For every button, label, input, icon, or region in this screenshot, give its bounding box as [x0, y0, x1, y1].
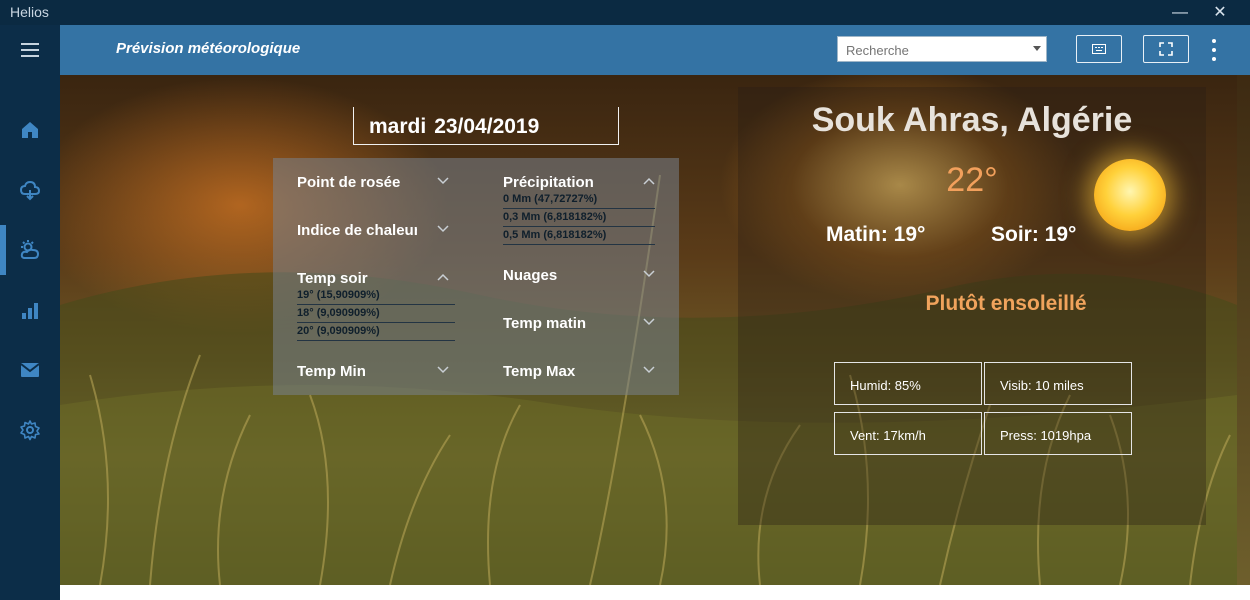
- chevron-down-icon[interactable]: [437, 225, 449, 233]
- date-day: mardi: [369, 115, 427, 138]
- chevron-down-icon[interactable]: [643, 366, 655, 374]
- dropdown-label: Nuages: [503, 267, 558, 284]
- dropdown-label: Temp Min: [297, 363, 366, 380]
- humidity-tile: Humid: 85%: [834, 362, 982, 405]
- list-item[interactable]: 0 Mm (47,72727%): [503, 191, 655, 209]
- chevron-down-icon[interactable]: [1033, 46, 1041, 51]
- gear-icon: [20, 420, 40, 441]
- main-content: mardi 23/04/2019 Point de rosée Indice de…: [60, 75, 1237, 585]
- search-combobox[interactable]: [837, 36, 1047, 62]
- sidebar-item-cloud[interactable]: [0, 165, 60, 215]
- dropdown-label: Précipitation: [503, 174, 594, 191]
- dropdown-label: Temp matin: [503, 315, 587, 332]
- date-value: 23/04/2019: [434, 115, 540, 138]
- mail-icon: [20, 363, 40, 377]
- pressure-tile: Press: 1019hpa: [984, 412, 1132, 455]
- current-weather-panel: Souk Ahras, Algérie 22° Matin: 19° Soir:…: [738, 87, 1206, 525]
- home-icon: [22, 122, 38, 138]
- chevron-up-icon[interactable]: [643, 177, 655, 185]
- weather-description: Plutôt ensoleillé: [925, 292, 1087, 315]
- dropdown-label: Indice de chaleur: [297, 222, 417, 239]
- search-input[interactable]: [844, 38, 1033, 62]
- more-dot: [1212, 47, 1216, 52]
- dropdown-label: Point de rosée: [297, 174, 401, 191]
- title-bar: Helios — ✕: [0, 0, 1250, 25]
- sidebar-item-weather[interactable]: [0, 225, 60, 275]
- list-item[interactable]: 0,3 Mm (6,818182%): [503, 209, 655, 227]
- list-item[interactable]: 0,5 Mm (6,818182%): [503, 227, 655, 245]
- close-button[interactable]: ✕: [1206, 2, 1234, 24]
- keyboard-button[interactable]: [1076, 35, 1122, 63]
- wind-tile: Vent: 17km/h: [834, 412, 982, 455]
- sun-icon: [1094, 159, 1166, 231]
- dropdown-nuages[interactable]: Nuages: [503, 267, 663, 284]
- sidebar: [0, 25, 60, 600]
- dropdown-temp-soir[interactable]: Temp soir 19° (15,90909%) 18° (9,090909%…: [297, 270, 457, 341]
- dropdown-precipitation[interactable]: Précipitation 0 Mm (47,72727%) 0,3 Mm (6…: [503, 174, 663, 245]
- visibility-tile: Visib: 10 miles: [984, 362, 1132, 405]
- chart-icon: [22, 303, 38, 319]
- cloud-icon: [19, 180, 41, 201]
- chevron-down-icon[interactable]: [643, 318, 655, 326]
- dropdown-point-rosee[interactable]: Point de rosée: [297, 174, 457, 191]
- dropdown-temp-max[interactable]: Temp Max: [503, 363, 663, 380]
- sidebar-item-settings[interactable]: [0, 405, 60, 455]
- app-header: Prévision météorologique: [60, 25, 1250, 75]
- app-name: Helios: [10, 4, 49, 20]
- weather-icon: [20, 240, 40, 259]
- menu-icon: [21, 43, 39, 57]
- sidebar-item-mail[interactable]: [0, 345, 60, 395]
- chevron-up-icon[interactable]: [437, 273, 449, 281]
- keyboard-icon: [1092, 44, 1106, 54]
- fullscreen-button[interactable]: [1143, 35, 1189, 63]
- menu-button[interactable]: [0, 25, 60, 75]
- list-item[interactable]: 18° (9,090909%): [297, 305, 455, 323]
- dropdown-indice-chaleur[interactable]: Indice de chaleur: [297, 222, 457, 239]
- dropdown-temp-min[interactable]: Temp Min: [297, 363, 457, 380]
- evening-temperature: Soir: 19°: [991, 223, 1077, 246]
- dropdown-label: Temp soir: [297, 270, 368, 287]
- morning-temperature: Matin: 19°: [826, 223, 926, 246]
- dropdown-label: Temp Max: [503, 363, 576, 380]
- details-panel: Point de rosée Indice de chaleur Temp so…: [273, 158, 679, 395]
- more-dot: [1212, 39, 1216, 44]
- list-item[interactable]: 20° (9,090909%): [297, 323, 455, 341]
- chevron-down-icon[interactable]: [437, 366, 449, 374]
- city-name: Souk Ahras, Algérie: [811, 101, 1133, 139]
- more-dot: [1212, 56, 1216, 61]
- background-edge: [1237, 75, 1250, 585]
- bottom-strip: [60, 585, 1250, 600]
- sidebar-item-stats[interactable]: [0, 285, 60, 335]
- date-display: mardi 23/04/2019: [353, 107, 619, 145]
- chevron-down-icon[interactable]: [437, 177, 449, 185]
- minimize-button[interactable]: —: [1166, 2, 1194, 24]
- sidebar-item-home[interactable]: [0, 105, 60, 155]
- page-title: Prévision météorologique: [116, 40, 301, 57]
- fullscreen-icon: [1159, 42, 1173, 56]
- dropdown-temp-matin[interactable]: Temp matin: [503, 315, 663, 332]
- chevron-down-icon[interactable]: [643, 270, 655, 278]
- more-options-button[interactable]: [1208, 37, 1220, 63]
- list-item[interactable]: 19° (15,90909%): [297, 287, 455, 305]
